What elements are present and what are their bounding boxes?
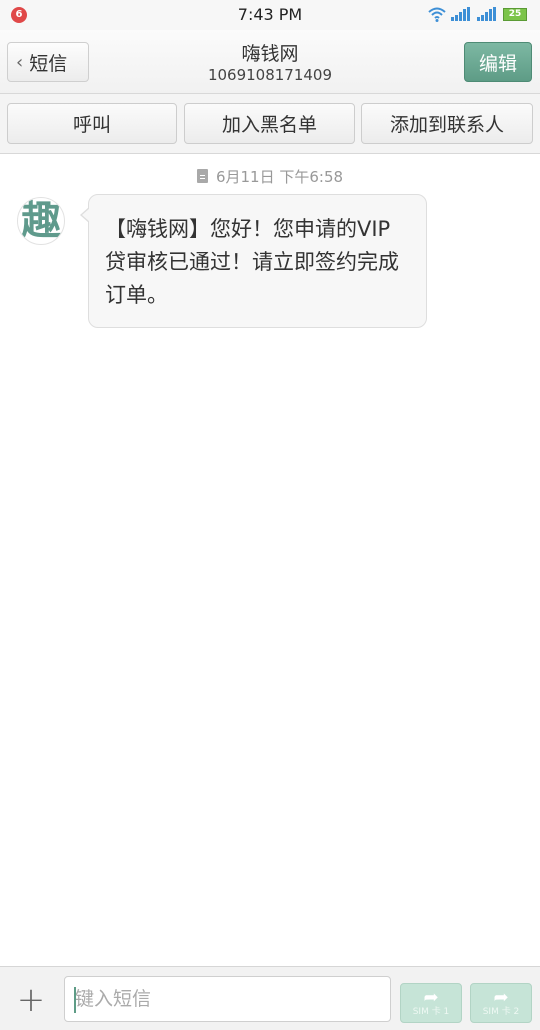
action-bar: 呼叫 加入黑名单 添加到联系人 <box>0 94 540 154</box>
composer-bar: + ➦ SIM 卡 1 ➦ SIM 卡 2 <box>0 966 540 1030</box>
message-bubble[interactable]: 【嗨钱网】您好！您申请的VIP贷审核已通过！请立即签约完成订单。 <box>80 194 427 328</box>
avatar[interactable]: 趣 <box>17 197 65 245</box>
sim2-label: SIM 卡 2 <box>482 1006 520 1017</box>
message-text: 【嗨钱网】您好！您申请的VIP贷审核已通过！请立即签约完成订单。 <box>105 217 399 307</box>
edit-button[interactable]: 编辑 <box>464 42 532 82</box>
message-input[interactable] <box>64 976 391 1022</box>
add-to-blacklist-button[interactable]: 加入黑名单 <box>184 103 355 144</box>
battery-icon: 25 <box>503 8 527 21</box>
signal-icon <box>451 7 470 21</box>
sms-icon <box>196 169 208 183</box>
text-caret <box>74 987 76 1013</box>
contact-number: 1069108171409 <box>207 66 333 84</box>
timestamp-text: 6月11日 下午6:58 <box>215 168 344 186</box>
message-timestamp: 6月11日 下午6:58 <box>0 166 540 187</box>
sim1-label: SIM 卡 1 <box>412 1006 450 1017</box>
signal-icon <box>477 7 496 21</box>
avatar-glyph: 趣 <box>21 198 61 244</box>
send-sim1-button[interactable]: ➦ SIM 卡 1 <box>400 983 462 1023</box>
forward-arrow-icon: ➦ <box>423 986 439 1008</box>
call-button[interactable]: 呼叫 <box>7 103 177 144</box>
status-bar: 6 7:43 PM 25 <box>0 0 540 30</box>
wifi-icon <box>428 7 446 22</box>
send-sim2-button[interactable]: ➦ SIM 卡 2 <box>470 983 532 1023</box>
attach-plus-icon[interactable]: + <box>14 983 48 1018</box>
contact-name: 嗨钱网 <box>241 43 299 65</box>
forward-arrow-icon: ➦ <box>493 986 509 1008</box>
conversation-header: ‹ 短信 嗨钱网 1069108171409 编辑 <box>0 30 540 94</box>
add-to-contacts-button[interactable]: 添加到联系人 <box>361 103 533 144</box>
